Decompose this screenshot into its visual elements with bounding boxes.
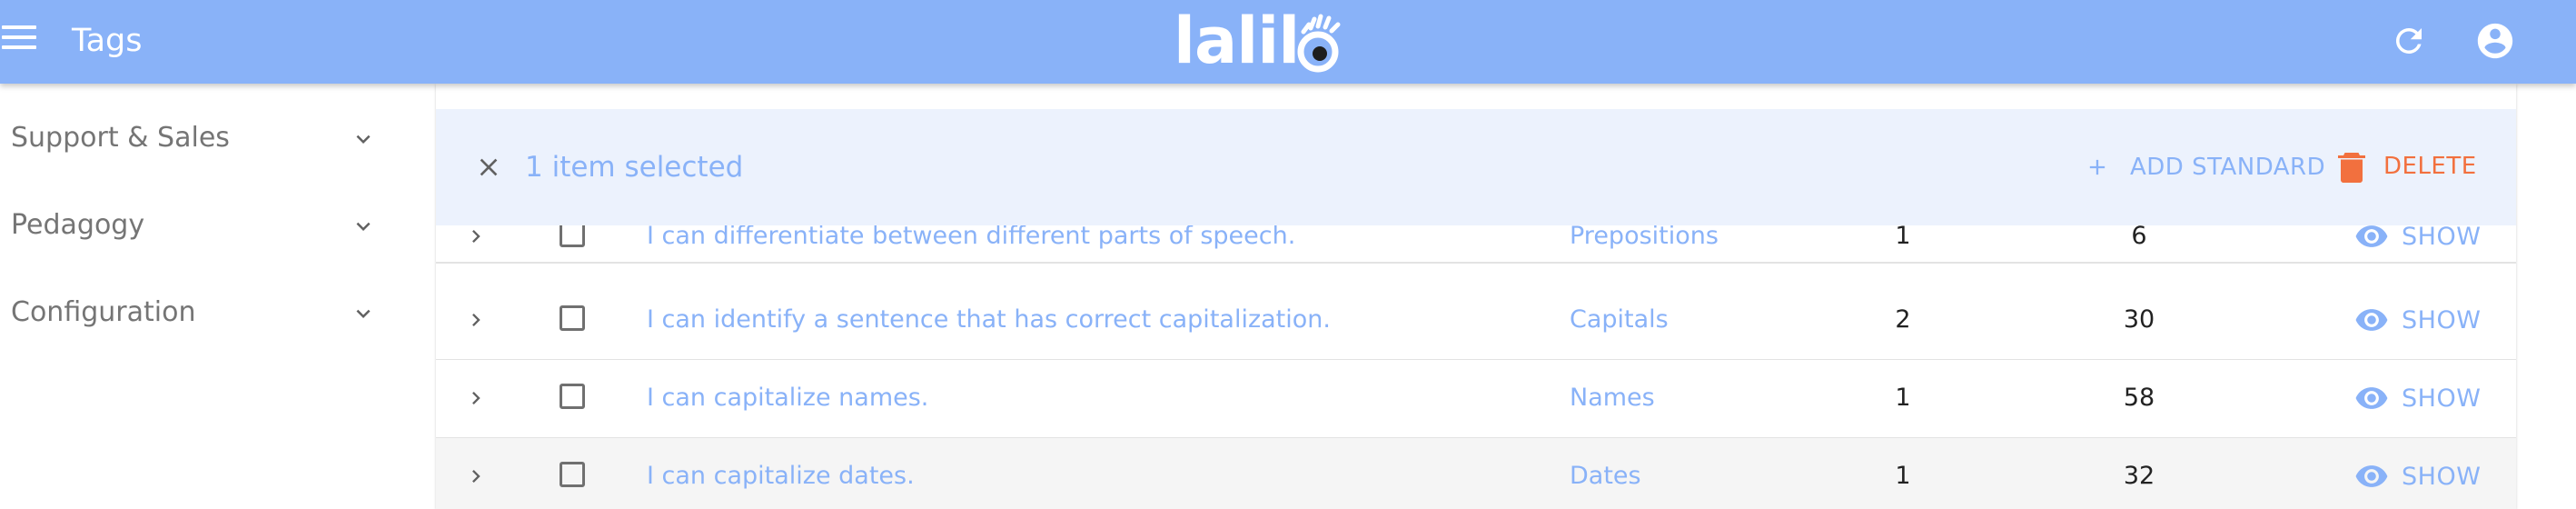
- page-title: Tags: [72, 23, 143, 59]
- add-standard-label: ADD STANDARD: [2130, 154, 2326, 181]
- row-count-1: 1: [1895, 384, 1911, 412]
- show-label: SHOW: [2402, 305, 2482, 334]
- sidebar: Support & Sales Pedagogy Configuration: [0, 84, 418, 509]
- row-checkbox[interactable]: [560, 305, 585, 331]
- account-circle-icon[interactable]: [2474, 20, 2516, 62]
- tag-link[interactable]: Names: [1570, 380, 1655, 416]
- chevron-down-icon: [356, 309, 371, 318]
- eye-icon: [2355, 387, 2388, 409]
- tag-link[interactable]: Capitals: [1570, 302, 1669, 338]
- tags-list: I can differentiate between different pa…: [436, 84, 2516, 509]
- plus-icon: [2089, 159, 2105, 175]
- selected-count: 1 item selected: [525, 151, 744, 184]
- menu-icon[interactable]: [2, 24, 36, 51]
- chevron-right-icon[interactable]: [463, 464, 489, 489]
- chevron-right-icon[interactable]: [463, 224, 489, 249]
- show-label: SHOW: [2402, 462, 2482, 491]
- row-count-2: 58: [2123, 384, 2155, 412]
- show-button[interactable]: SHOW: [2354, 300, 2481, 340]
- row-count-1: 2: [1895, 305, 1911, 334]
- row-count-2: 32: [2123, 462, 2155, 490]
- sidebar-item-support-sales[interactable]: Support & Sales: [0, 107, 391, 171]
- lalilo-logo: lalil: [1174, 5, 1343, 77]
- table-row[interactable]: I can identify a sentence that has corre…: [436, 282, 2516, 361]
- app-bar: Tags lalil: [0, 0, 2576, 84]
- sidebar-item-configuration[interactable]: Configuration: [0, 282, 391, 345]
- row-count-1: 1: [1895, 462, 1911, 490]
- eye-icon: [2355, 309, 2388, 331]
- chevron-down-icon: [356, 222, 371, 231]
- sidebar-item-pedagogy[interactable]: Pedagogy: [0, 195, 391, 258]
- row-checkbox[interactable]: [560, 222, 585, 247]
- row-count-2: 30: [2123, 305, 2155, 334]
- table-row[interactable]: I can capitalize names. Names 1 58 SHOW: [436, 360, 2516, 439]
- chevron-right-icon[interactable]: [463, 307, 489, 333]
- standard-title-link[interactable]: I can identify a sentence that has corre…: [647, 302, 1331, 338]
- close-icon[interactable]: [474, 153, 503, 182]
- refresh-icon[interactable]: [2390, 22, 2428, 60]
- logo-eye-icon: [1297, 14, 1341, 73]
- standard-title-link[interactable]: I can capitalize names.: [647, 380, 928, 416]
- show-label: SHOW: [2402, 222, 2482, 251]
- show-label: SHOW: [2402, 384, 2482, 413]
- show-button[interactable]: SHOW: [2354, 378, 2481, 418]
- table-row[interactable]: I can capitalize dates. Dates 1 32 SHOW: [436, 438, 2516, 509]
- eye-icon: [2355, 465, 2388, 487]
- logo-text: lalil: [1174, 4, 1300, 78]
- add-standard-button[interactable]: ADD STANDARD: [2085, 145, 2325, 189]
- chevron-right-icon[interactable]: [463, 385, 489, 411]
- row-checkbox[interactable]: [560, 462, 585, 487]
- sidebar-item-label: Support & Sales: [11, 122, 230, 154]
- standard-title-link[interactable]: I can capitalize dates.: [647, 458, 915, 494]
- delete-label: DELETE: [2383, 153, 2477, 180]
- trash-icon: [2338, 153, 2365, 183]
- show-button[interactable]: SHOW: [2354, 456, 2481, 496]
- selection-toolbar: 1 item selected ADD STANDARD DELETE: [436, 109, 2516, 225]
- tag-link[interactable]: Dates: [1570, 458, 1641, 494]
- chevron-down-icon: [356, 135, 371, 144]
- sidebar-item-label: Pedagogy: [11, 209, 145, 241]
- sidebar-item-label: Configuration: [11, 296, 196, 328]
- row-checkbox[interactable]: [560, 384, 585, 409]
- delete-button[interactable]: DELETE: [2338, 144, 2477, 189]
